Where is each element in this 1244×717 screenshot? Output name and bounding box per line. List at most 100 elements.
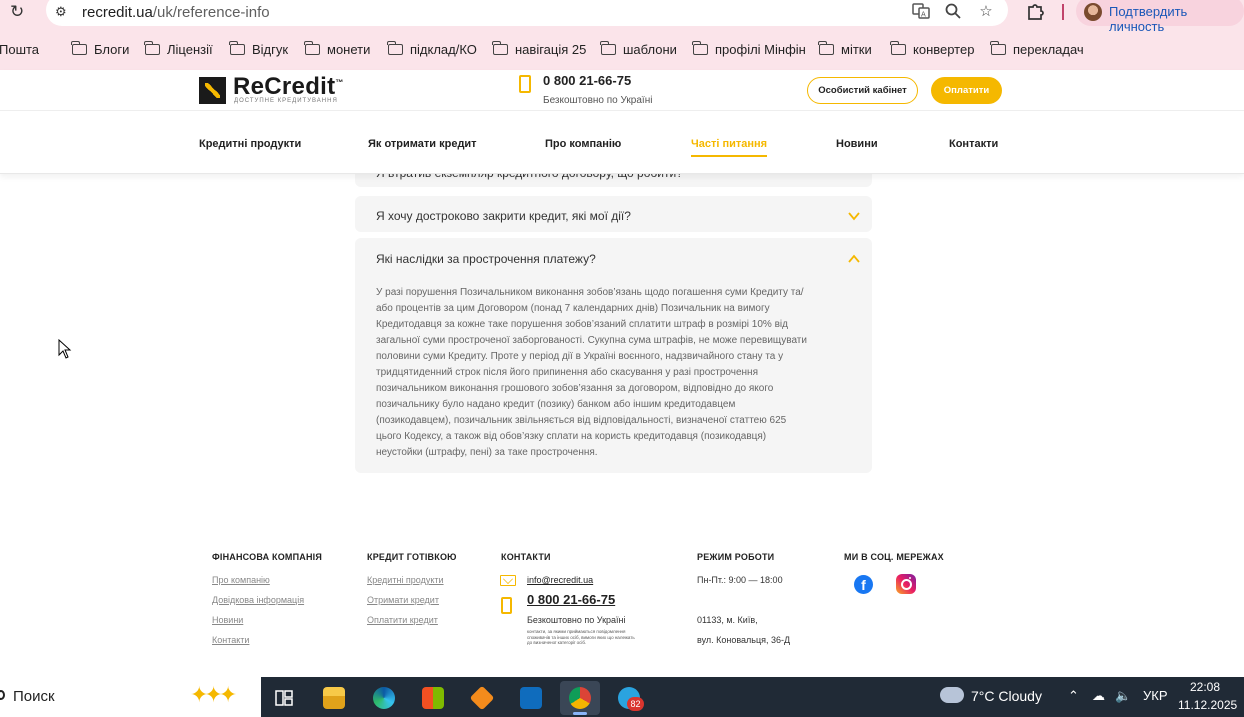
bookmark-item[interactable]: Пошта [0, 38, 39, 60]
bookmark-item[interactable]: перекладач [990, 38, 1084, 60]
nav-how-to-get-credit[interactable]: Як отримати кредит [368, 138, 477, 150]
speaker-icon[interactable]: 🔈 [1115, 688, 1131, 704]
reload-icon[interactable]: ↻ [10, 3, 28, 21]
folder-icon [387, 40, 403, 55]
bookmark-item[interactable]: профілі Мінфін [692, 38, 806, 60]
address-line: вул. Коновальця, 36-Д [697, 635, 791, 645]
language-indicator[interactable]: УКР [1143, 688, 1168, 703]
sublime-button[interactable] [462, 681, 502, 715]
address-bar-row: ↻ ⚙ recredit.ua/uk/reference-info A ☆ По… [0, 0, 1244, 34]
footer-heading: ФІНАНСОВА КОМПАНІЯ [212, 552, 323, 562]
url-text[interactable]: recredit.ua/uk/reference-info [82, 4, 270, 21]
extensions-icon[interactable] [1026, 2, 1048, 22]
answer-line: загальної суми простроченої заборгованос… [376, 335, 807, 346]
translate-icon[interactable]: A [911, 3, 931, 21]
answer-line: половини суми Кредиту. Проте у період ді… [376, 351, 784, 362]
folder-icon [71, 40, 87, 55]
store-button[interactable] [413, 681, 453, 715]
personal-cabinet-button[interactable]: Особистий кабінет [807, 77, 918, 104]
address-line: 01133, м. Київ, [697, 615, 758, 625]
answer-line: тридцятиденний строк після його припинен… [376, 367, 758, 378]
bookmark-label: конвертер [913, 41, 975, 57]
bookmark-item[interactable]: підклад/КО [387, 38, 477, 60]
nav-news[interactable]: Новини [836, 138, 878, 150]
profile-avatar[interactable] [1084, 3, 1102, 21]
bookmark-item[interactable]: конвертер [890, 38, 975, 60]
nav-contacts[interactable]: Контакти [949, 138, 998, 150]
zoom-icon[interactable] [943, 3, 963, 21]
footer-phone[interactable]: 0 800 21-66-75 [527, 592, 615, 607]
facebook-icon[interactable]: f [854, 575, 873, 594]
faq-answer: У разі порушення Позичальником виконання… [376, 285, 842, 461]
nav-faq[interactable]: Часті питання [691, 138, 768, 157]
folder-icon [492, 40, 508, 55]
profile-label[interactable]: Подтвердить личность [1109, 4, 1244, 34]
bookmark-label: перекладач [1013, 41, 1084, 57]
nav-credit-products[interactable]: Кредитні продукти [199, 138, 301, 150]
answer-line: позичальником виконання грошового зобов’… [376, 383, 774, 394]
bookmark-label: мітки [841, 41, 872, 57]
browser-toolbar: ↻ ⚙ recredit.ua/uk/reference-info A ☆ По… [0, 0, 1244, 70]
mail-icon [500, 575, 516, 586]
logo-icon[interactable] [199, 77, 226, 104]
weather-text[interactable]: 7°C Cloudy [971, 688, 1042, 704]
answer-line: цього Кодексу, а також від обов’язку спл… [376, 431, 767, 442]
bookmark-item[interactable]: Ліцензії [144, 38, 213, 60]
logo[interactable]: ReCredit™ [233, 73, 344, 101]
bookmark-label: підклад/КО [410, 41, 477, 57]
copilot-sparkle-icon[interactable]: ✦✦✦ [190, 682, 250, 712]
faq-item-expanded[interactable]: Які наслідки за прострочення платежу? У … [355, 238, 872, 473]
bookmark-star-icon[interactable]: ☆ [976, 3, 996, 21]
bookmark-label: шаблони [623, 41, 677, 57]
bookmark-label: монети [327, 41, 371, 57]
site-info-icon[interactable]: ⚙ [55, 4, 71, 20]
outlook-button[interactable] [511, 681, 551, 715]
chevron-up-icon[interactable]: ⌃ [1068, 688, 1079, 704]
folder-icon [229, 40, 245, 55]
footer-link[interactable]: Новини [212, 615, 243, 625]
bookmarks-bar: Пошта Блоги Ліцензії Відгук монети підкл… [0, 38, 1244, 60]
chrome-icon [569, 687, 591, 709]
task-view-button[interactable] [264, 681, 304, 715]
bookmark-item[interactable]: Блоги [71, 38, 130, 60]
nav-about[interactable]: Про компанію [545, 138, 621, 150]
bookmark-item[interactable]: навігація 25 [492, 38, 586, 60]
phone-icon [501, 597, 512, 614]
footer-link[interactable]: Отримати кредит [367, 595, 439, 605]
pay-button[interactable]: Оплатити [931, 77, 1002, 104]
chevron-up-icon [848, 254, 860, 263]
footer-email[interactable]: info@recredit.ua [527, 575, 593, 585]
site-header: ReCredit™ ДОСТУПНЕ КРЕДИТУВАННЯ 0 800 21… [0, 70, 1244, 174]
clock-time[interactable]: 22:08 [1190, 680, 1220, 694]
bookmark-item[interactable]: монети [304, 38, 371, 60]
folder-icon [144, 40, 160, 55]
bookmark-label: Пошта [0, 41, 40, 57]
footer-link[interactable]: Контакти [212, 635, 249, 645]
footer-link[interactable]: Кредитні продукти [367, 575, 444, 585]
file-explorer-button[interactable] [314, 681, 354, 715]
folder-icon [304, 40, 320, 55]
bookmark-item[interactable]: мітки [818, 38, 872, 60]
logo-text: ReCredit [233, 73, 336, 100]
sublime-icon [469, 685, 495, 711]
instagram-icon[interactable] [896, 574, 916, 594]
taskbar-search[interactable]: Поиск ✦✦✦ [0, 677, 261, 717]
weather-cloud-icon[interactable] [940, 687, 964, 703]
footer-link[interactable]: Про компанію [212, 575, 270, 585]
svg-text:A: A [921, 11, 926, 19]
onedrive-cloud-icon[interactable]: ☁ [1092, 688, 1105, 704]
bookmark-item[interactable]: шаблони [600, 38, 677, 60]
bookmark-label: Блоги [94, 41, 130, 57]
answer-line: (позикодавцем), позичальник звільняється… [376, 415, 787, 426]
edge-button[interactable] [364, 681, 404, 715]
faq-item[interactable]: Я хочу достроково закрити кредит, які мо… [355, 196, 872, 232]
clock-date[interactable]: 11.12.2025 [1178, 698, 1237, 712]
mouse-cursor-icon [58, 339, 72, 359]
header-phone[interactable]: 0 800 21-66-75 [543, 73, 631, 88]
footer-link[interactable]: Довідкова інформація [212, 595, 304, 605]
chrome-button[interactable] [560, 681, 600, 715]
header-phone-note: Безкоштовно по Україні [543, 95, 653, 106]
footer-link[interactable]: Оплатити кредит [367, 615, 438, 625]
bookmark-item[interactable]: Відгук [229, 38, 288, 60]
footer-phone-note: Безкоштовно по Україні [527, 615, 626, 625]
